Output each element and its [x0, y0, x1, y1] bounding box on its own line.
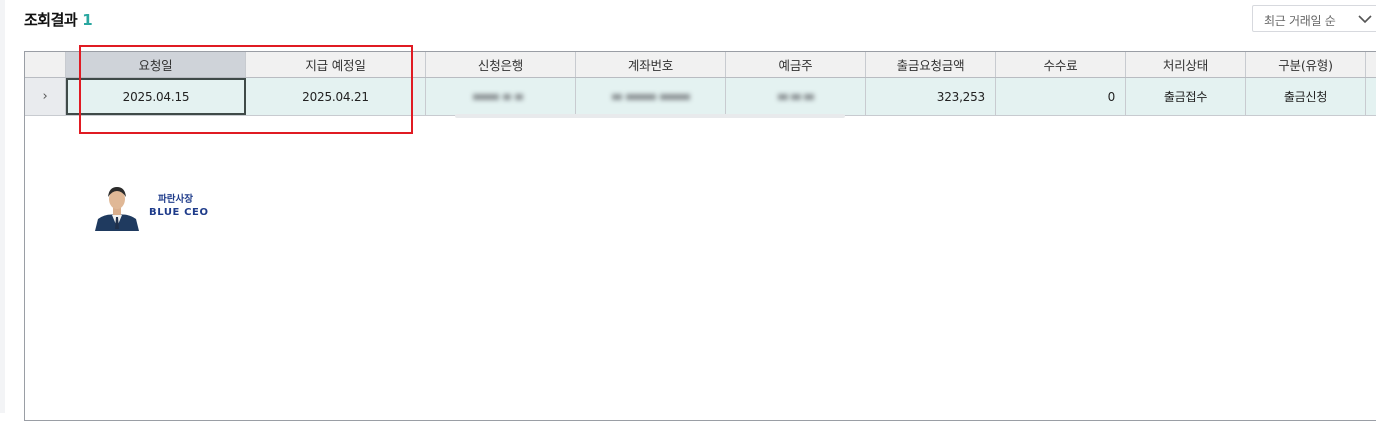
watermark-logo: 파란사장 BLUE CEO [92, 183, 217, 231]
cell-type[interactable]: 출금신청 [1246, 78, 1366, 115]
cell-account-holder-redacted[interactable] [726, 78, 866, 115]
sort-dropdown[interactable]: 최근 거래일 순 [1252, 5, 1376, 32]
table-row[interactable]: › 2025.04.15 2025.04.21 323,253 0 출금접수 출… [25, 78, 1376, 116]
col-header-amount[interactable]: 출금요청금액 [866, 52, 996, 77]
cell-amount[interactable]: 323,253 [866, 78, 996, 115]
cell-fee[interactable]: 0 [996, 78, 1126, 115]
result-grid: 요청일 지급 예정일 신청은행 계좌번호 예금주 출금요청금액 수수료 처리상태… [24, 51, 1376, 421]
cell-bank-redacted[interactable] [426, 78, 576, 115]
left-panel-edge [0, 0, 5, 413]
col-header-request-date[interactable]: 요청일 [66, 52, 246, 77]
col-header-fee[interactable]: 수수료 [996, 52, 1126, 77]
row-expand-handle[interactable]: › [25, 78, 66, 115]
col-header-status[interactable]: 처리상태 [1126, 52, 1246, 77]
cell-request-date[interactable]: 2025.04.15 [66, 78, 246, 115]
grid-header-row: 요청일 지급 예정일 신청은행 계좌번호 예금주 출금요청금액 수수료 처리상태… [25, 52, 1376, 78]
cell-status[interactable]: 출금접수 [1126, 78, 1246, 115]
page-title: 조회결과 1 [24, 9, 93, 30]
redacted-text-block [611, 93, 690, 100]
cell-account-number-redacted[interactable] [576, 78, 726, 115]
col-header-account-holder[interactable]: 예금주 [726, 52, 866, 77]
watermark-korean-text: 파란사장 [158, 194, 193, 205]
chevron-down-icon [1358, 13, 1372, 27]
result-count: 1 [82, 11, 93, 29]
redacted-text-block [777, 93, 814, 100]
title-text: 조회결과 [24, 11, 78, 29]
header-handle-cell [25, 52, 66, 77]
col-header-bank[interactable]: 신청은행 [426, 52, 576, 77]
redacted-text-block [472, 93, 523, 100]
col-header-scheduled-date[interactable]: 지급 예정일 [246, 52, 426, 77]
cell-scheduled-date[interactable]: 2025.04.21 [246, 78, 426, 115]
person-avatar-icon [92, 183, 142, 231]
col-header-type[interactable]: 구분(유형) [1246, 52, 1366, 77]
sort-dropdown-value: 최근 거래일 순 [1264, 14, 1336, 28]
watermark-english-text: BLUE CEO [149, 207, 209, 218]
col-header-account-number[interactable]: 계좌번호 [576, 52, 726, 77]
redaction-blur-strip [455, 114, 845, 118]
